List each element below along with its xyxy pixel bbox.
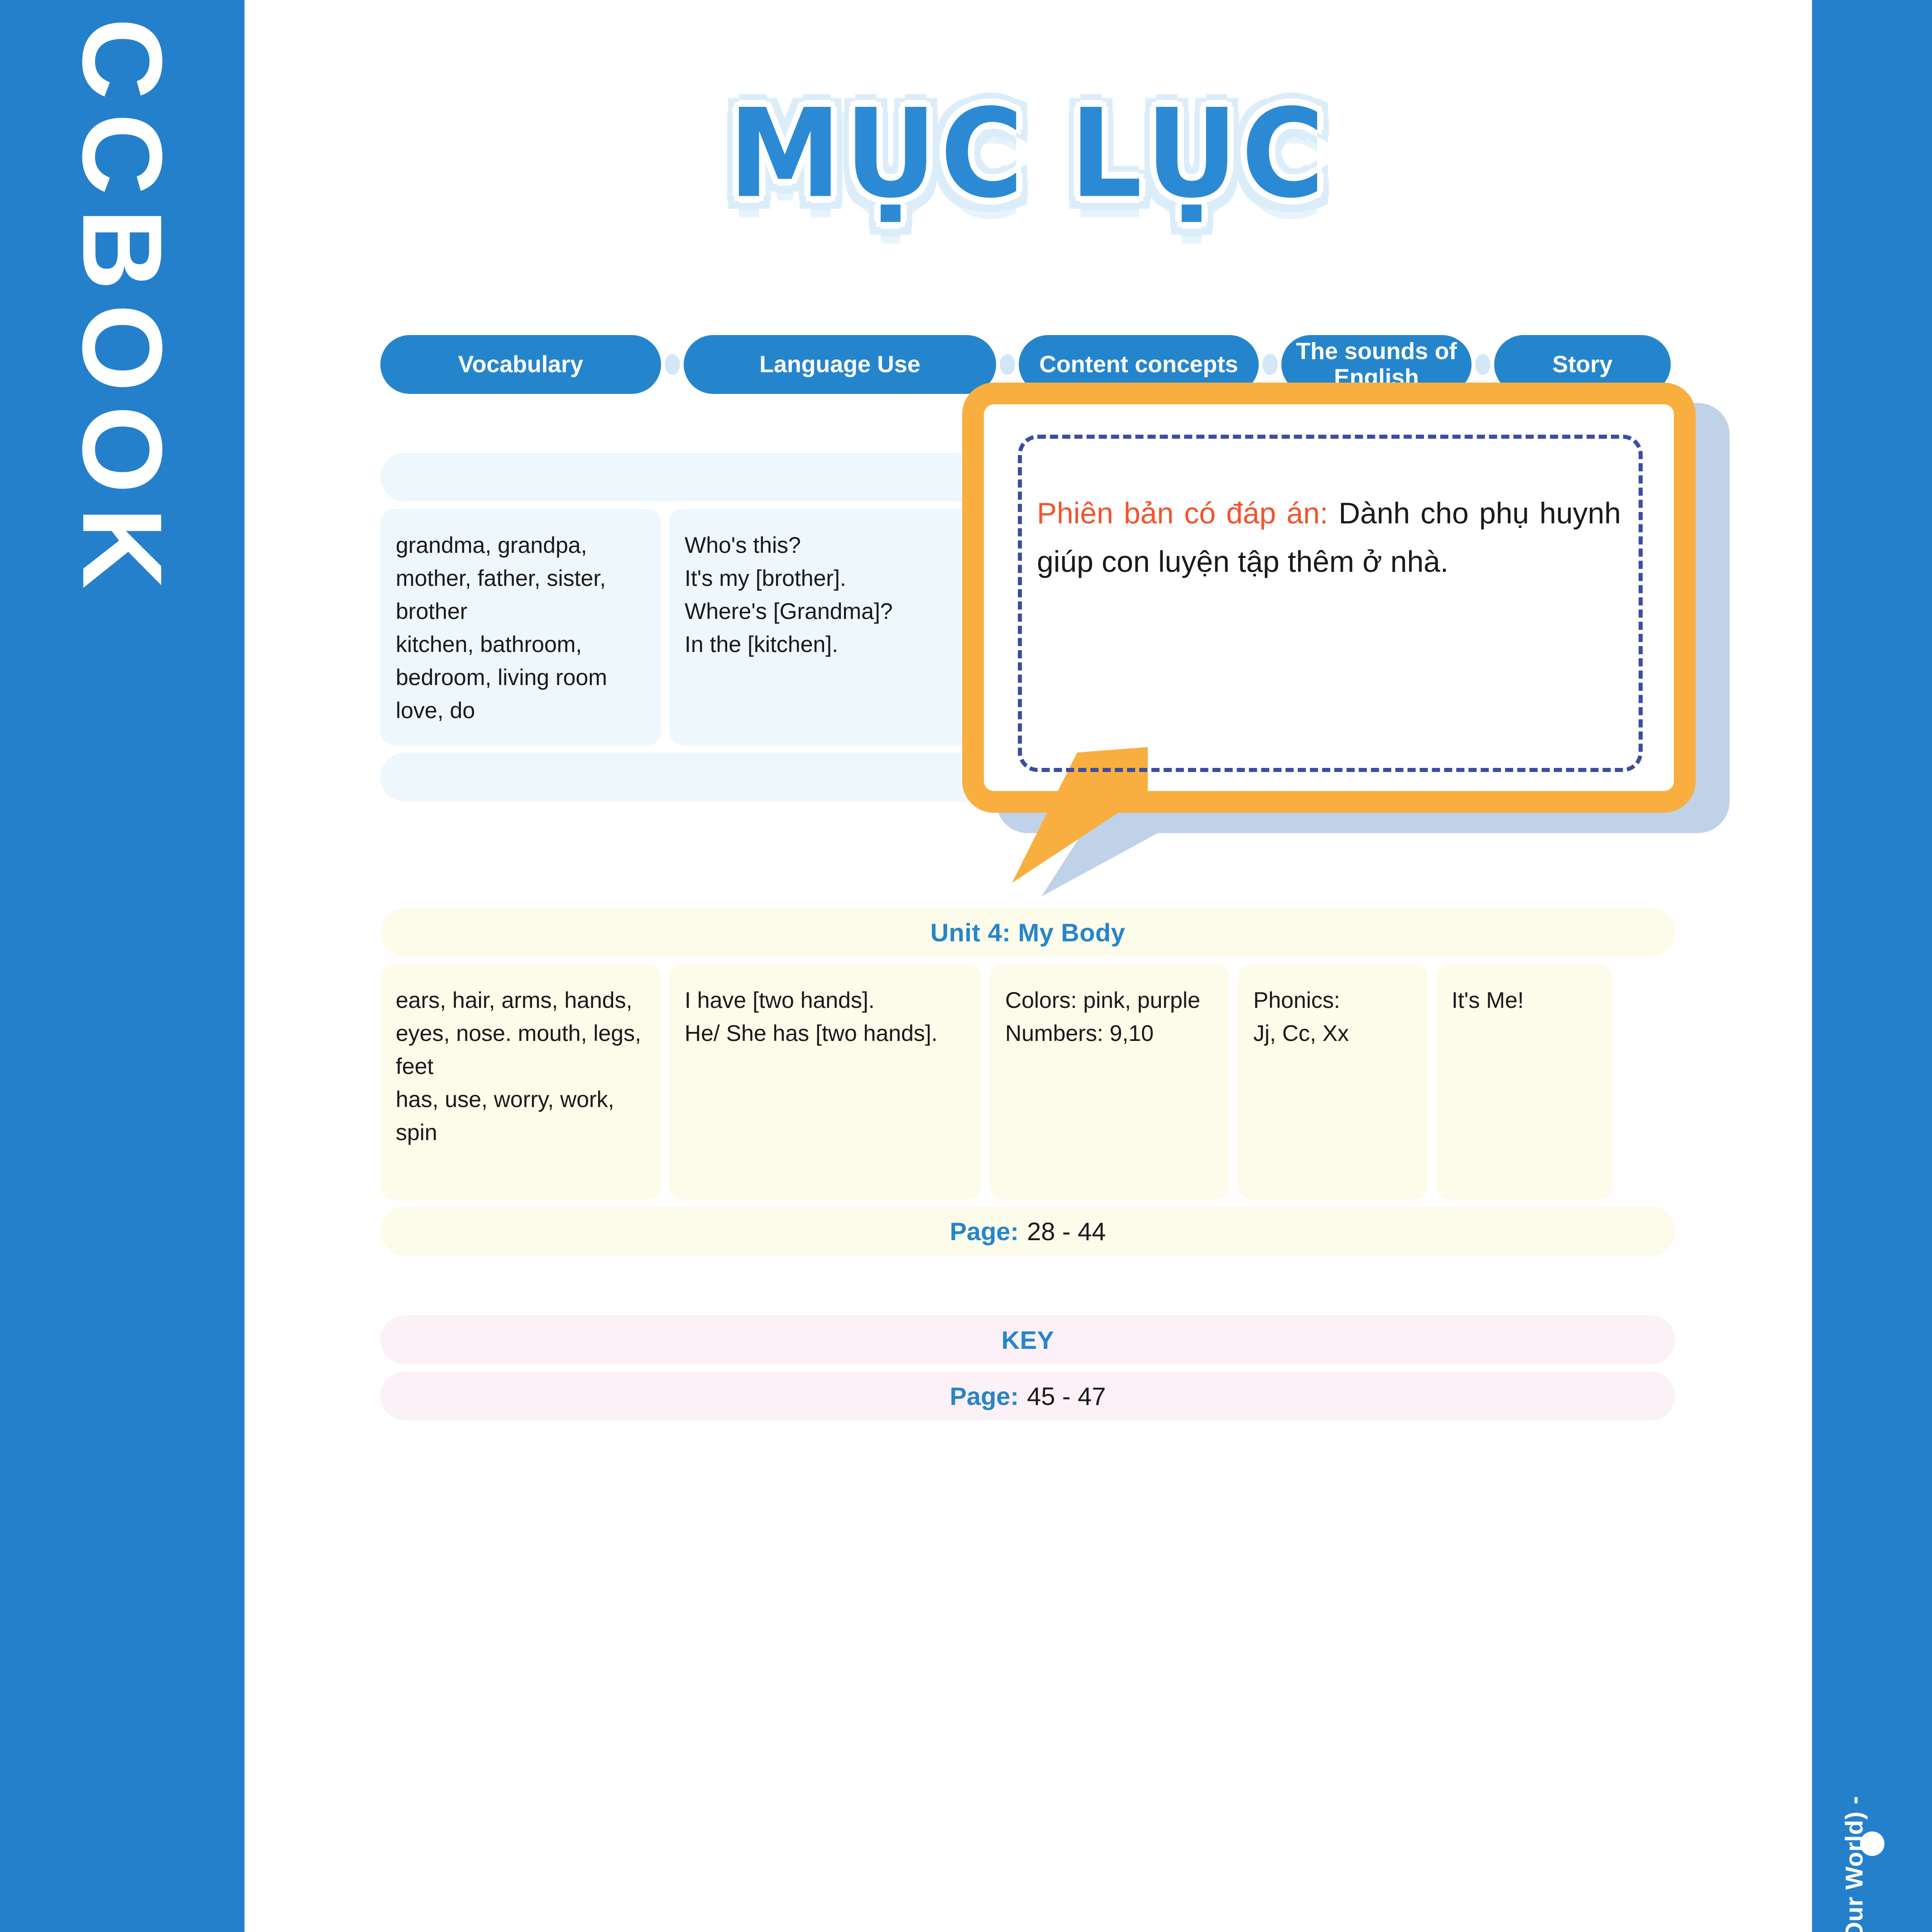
left-brand-band: CCBOOK — [0, 0, 244, 1932]
tab-vocabulary[interactable]: Vocabulary — [380, 335, 661, 394]
tab-vocabulary-label: Vocabulary — [458, 351, 584, 378]
key-header-label: KEY — [1001, 1325, 1055, 1354]
unit4-cell-vocabulary: ears, hair, arms, hands, eyes, nose. mou… — [380, 964, 661, 1199]
unit4-page-label: Page: — [949, 1217, 1019, 1246]
unit4-page-row: Page: 28 - 44 — [380, 1207, 1675, 1256]
page-title-wrap: MỤC LỤC — [244, 92, 1812, 215]
tab-connector-dot-icon — [1262, 354, 1278, 375]
unit4-header: Unit 4: My Body — [380, 908, 1675, 957]
right-info-band-inner: Build-up 1B - Có đáp án (theo bộ sách Ti… — [1812, 0, 1932, 1932]
callout-text: Phiên bản có đáp án: Dành cho phụ huynh … — [1037, 489, 1621, 586]
unit-section-key: KEY Page: 45 - 47 — [380, 1315, 1675, 1420]
unit-section-unit4: Unit 4: My Body ears, hair, arms, hands,… — [380, 908, 1675, 1256]
tab-language-use[interactable]: Language Use — [684, 335, 996, 394]
key-header: KEY — [380, 1315, 1675, 1364]
unit4-header-label: Unit 4: My Body — [930, 918, 1126, 947]
key-page-value: 45 - 47 — [1027, 1381, 1106, 1410]
book-subtitle-vertical: Build-up 1B - Có đáp án (theo bộ sách Ti… — [1836, 1796, 1908, 1932]
book-subtitle-line1: Build-up 1B - Có đáp án (theo bộ sách Ti… — [1841, 1796, 1868, 1932]
unit4-cells-row: ears, hair, arms, hands, eyes, nose. mou… — [380, 964, 1675, 1199]
right-info-band: Build-up 1B - Có đáp án (theo bộ sách Ti… — [1812, 0, 1932, 1932]
key-page-row: Page: 45 - 47 — [380, 1371, 1675, 1420]
tab-connector-dot-icon — [1000, 354, 1015, 375]
unit3-cell-vocabulary: grandma, grandpa, mother, father, sister… — [380, 509, 661, 745]
unit4-cell-content-concepts: Colors: pink, purple Numbers: 9,10 — [990, 964, 1230, 1199]
unit4-cell-sounds: Phonics: Jj, Cc, Xx — [1238, 964, 1428, 1199]
page-title: MỤC LỤC — [728, 82, 1328, 225]
callout-highlight: Phiên bản có đáp án: — [1037, 496, 1328, 530]
main-content: MỤC LỤC Vocabulary Language Use Content … — [244, 0, 1812, 1932]
unit4-cell-story: It's Me! — [1436, 964, 1613, 1199]
tab-story-label: Story — [1552, 351, 1613, 378]
tab-connector-dot-icon — [1475, 354, 1491, 375]
tab-language-use-label: Language Use — [759, 351, 920, 378]
unit3-cell-language-use: Who's this? It's my [brother]. Where's [… — [669, 509, 982, 745]
tab-content-concepts-label: Content concepts — [1039, 351, 1238, 378]
brand-logo-text: CCBOOK — [59, 18, 186, 603]
bullet-dot-icon — [1860, 1831, 1884, 1856]
callout-dashed-border — [1018, 435, 1643, 772]
key-page-label: Page: — [949, 1381, 1019, 1410]
unit4-cell-language-use: I have [two hands]. He/ She has [two han… — [669, 964, 982, 1199]
tab-connector-dot-icon — [665, 354, 680, 375]
unit4-page-value: 28 - 44 — [1027, 1217, 1106, 1246]
document-page: CCBOOK Build-up 1B - Có đáp án (theo bộ … — [0, 0, 1932, 1932]
